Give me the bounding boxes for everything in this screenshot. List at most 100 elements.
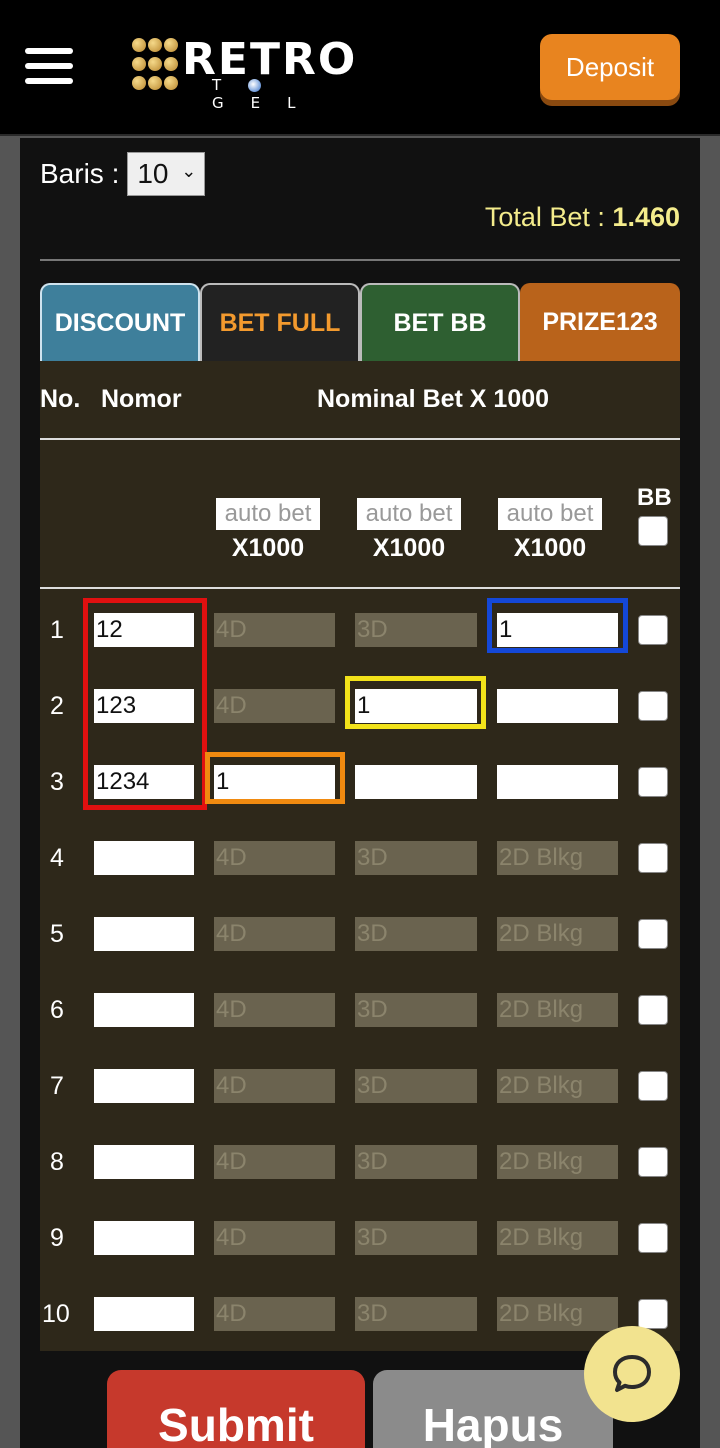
bet-input-4d[interactable]: 4D [214, 613, 335, 647]
hapus-button[interactable]: Hapus [373, 1370, 613, 1448]
logo-dots-icon [132, 36, 180, 96]
logo-subtext: TGEL [212, 76, 323, 112]
bet-input-4d[interactable]: 4D [214, 1297, 335, 1331]
auto-bet-input-4d[interactable]: auto bet [216, 498, 320, 530]
baris-select[interactable]: 10 ⌄ [127, 152, 206, 196]
row-number: 4 [50, 844, 64, 872]
baris-label: Baris : [40, 158, 120, 189]
bet-tabs: DISCOUNT BET FULL BET BB PRIZE123 [40, 283, 680, 361]
row-number: 6 [50, 996, 64, 1024]
bet-input-4d[interactable]: 4D [214, 1221, 335, 1255]
col-no-header: No. [40, 385, 81, 413]
deposit-button[interactable]: Deposit [540, 34, 680, 100]
bet-input-2d[interactable]: 2D Blkg [497, 917, 618, 951]
table-header: No. Nomor Nominal Bet X 1000 [40, 361, 680, 439]
header-divider [40, 438, 680, 440]
auto-bet-2d: auto bet X1000 [498, 498, 602, 563]
bet-input-2d[interactable] [497, 765, 618, 799]
nomor-input[interactable] [94, 841, 194, 875]
auto-bet-3d: auto bet X1000 [357, 498, 461, 563]
live-chat-button[interactable] [584, 1326, 680, 1422]
submit-button[interactable]: Submit [107, 1370, 365, 1448]
bet-input-4d[interactable]: 4D [214, 993, 335, 1027]
bb-row-checkbox[interactable] [638, 995, 668, 1025]
chat-bubble-icon [613, 1355, 651, 1392]
row-number: 1 [50, 616, 64, 644]
bb-row-checkbox[interactable] [638, 767, 668, 797]
tab-bet-bb[interactable]: BET BB [360, 283, 520, 361]
total-bet-value: 1.460 [612, 202, 680, 232]
bet-table: No. Nomor Nominal Bet X 1000 auto bet X1… [40, 361, 680, 1351]
bet-input-2d[interactable]: 2D Blkg [497, 993, 618, 1027]
rows-divider [40, 587, 680, 589]
bet-input-4d[interactable]: 4D [214, 689, 335, 723]
tab-prize123[interactable]: PRIZE123 [520, 283, 680, 361]
bet-input-3d[interactable]: 3D [355, 993, 477, 1027]
bet-input-3d[interactable]: 3D [355, 1145, 477, 1179]
bet-input-3d[interactable]: 3D [355, 917, 477, 951]
bet-input-3d[interactable]: 3D [355, 1221, 477, 1255]
nomor-input[interactable] [94, 1145, 194, 1179]
bet-input-3d[interactable]: 3D [355, 613, 477, 647]
bb-label: BB [637, 484, 672, 511]
auto-bet-input-2d[interactable]: auto bet [498, 498, 602, 530]
bb-row-checkbox[interactable] [638, 1299, 668, 1329]
baris-value: 10 [137, 158, 169, 189]
bb-all-checkbox[interactable] [638, 516, 668, 546]
tab-discount[interactable]: DISCOUNT [40, 283, 200, 361]
bet-input-3d[interactable]: 3D [355, 1297, 477, 1331]
bet-input-2d[interactable]: 2D Blkg [497, 1069, 618, 1103]
nomor-input[interactable] [94, 993, 194, 1027]
bet-input-3d[interactable]: 3D [355, 841, 477, 875]
bb-row-checkbox[interactable] [638, 1223, 668, 1253]
table-row: 6 4D 3D 2D Blkg [40, 993, 680, 1027]
bb-row-checkbox[interactable] [638, 1071, 668, 1101]
row-number: 10 [42, 1300, 70, 1328]
highlight-3d-yellow [345, 676, 486, 729]
col-nomor-header: Nomor [101, 385, 182, 413]
nomor-input[interactable] [94, 1069, 194, 1103]
row-number: 7 [50, 1072, 64, 1100]
bet-input-2d[interactable]: 2D Blkg [497, 1145, 618, 1179]
table-row: 10 4D 3D 2D Blkg [40, 1297, 680, 1331]
total-bet: Total Bet : 1.460 [485, 202, 680, 233]
divider [40, 259, 680, 261]
bb-row-checkbox[interactable] [638, 615, 668, 645]
bb-row-checkbox[interactable] [638, 843, 668, 873]
auto-bet-input-3d[interactable]: auto bet [357, 498, 461, 530]
bet-panel: Baris : 10 ⌄ Total Bet : 1.460 DISCOUNT … [20, 138, 700, 1448]
hamburger-menu-icon[interactable] [25, 48, 73, 84]
bet-input-3d[interactable]: 3D [355, 1069, 477, 1103]
highlight-4d-orange [205, 752, 345, 804]
bb-row-checkbox[interactable] [638, 1147, 668, 1177]
bet-input-4d[interactable]: 4D [214, 917, 335, 951]
chevron-down-icon: ⌄ [181, 161, 197, 181]
auto-bet-4d: auto bet X1000 [216, 498, 320, 563]
bet-input-4d[interactable]: 4D [214, 1145, 335, 1179]
bet-input-4d[interactable]: 4D [214, 841, 335, 875]
bet-input-2d[interactable]: 2D Blkg [497, 1297, 618, 1331]
bet-input-2d[interactable]: 2D Blkg [497, 841, 618, 875]
auto-bet-multiplier: X1000 [231, 534, 305, 562]
highlight-nomor-red [83, 598, 207, 810]
row-number: 5 [50, 920, 64, 948]
bet-input-2d[interactable] [497, 689, 618, 723]
table-row: 4 4D 3D 2D Blkg [40, 841, 680, 875]
bet-input-4d[interactable]: 4D [214, 1069, 335, 1103]
total-bet-label: Total Bet : [484, 202, 605, 232]
nomor-input[interactable] [94, 1297, 194, 1331]
retro-togel-logo[interactable]: RETRO TGEL [132, 34, 392, 112]
table-row: 9 4D 3D 2D Blkg [40, 1221, 680, 1255]
baris-control: Baris : 10 ⌄ [40, 152, 206, 196]
bb-row-checkbox[interactable] [638, 919, 668, 949]
col-nominal-header: Nominal Bet X 1000 [317, 385, 550, 413]
bb-row-checkbox[interactable] [638, 691, 668, 721]
auto-bet-multiplier: X1000 [372, 534, 446, 562]
table-row: 7 4D 3D 2D Blkg [40, 1069, 680, 1103]
nomor-input[interactable] [94, 917, 194, 951]
nomor-input[interactable] [94, 1221, 194, 1255]
highlight-2d-blue [487, 598, 628, 653]
tab-bet-full[interactable]: BET FULL [200, 283, 360, 361]
bet-input-3d[interactable] [355, 765, 477, 799]
bet-input-2d[interactable]: 2D Blkg [497, 1221, 618, 1255]
